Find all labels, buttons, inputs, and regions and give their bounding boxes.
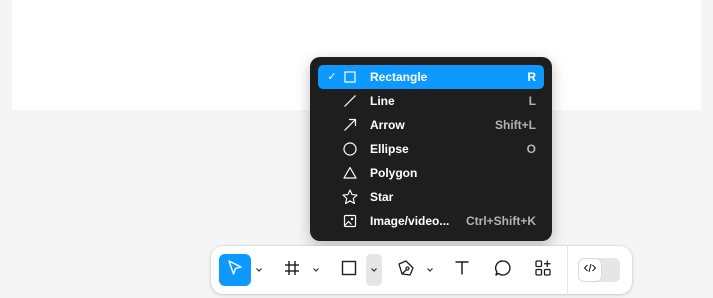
frame-tool-caret[interactable] — [308, 254, 324, 286]
line-icon — [342, 93, 358, 109]
menu-item-label: Arrow — [370, 118, 405, 132]
checkmark-icon: ✓ — [327, 71, 337, 83]
dev-mode-toggle[interactable] — [578, 258, 620, 282]
shape-tool-caret[interactable] — [366, 254, 382, 286]
bottom-toolbar — [211, 246, 632, 294]
menu-item-image-video[interactable]: Image/video... Ctrl+Shift+K — [318, 209, 544, 233]
menu-item-label: Star — [370, 190, 394, 204]
rectangle-icon — [342, 69, 358, 85]
menu-item-polygon[interactable]: Polygon — [318, 161, 544, 185]
menu-item-label: Ellipse — [370, 142, 409, 156]
cursor-icon — [225, 258, 245, 283]
pen-tool-caret[interactable] — [422, 254, 438, 286]
chevron-down-icon — [370, 261, 378, 279]
arrow-icon — [342, 117, 358, 133]
shape-tool-button[interactable] — [333, 254, 365, 286]
star-icon — [342, 189, 358, 205]
menu-item-label: Image/video... — [370, 214, 450, 228]
text-icon — [452, 258, 472, 283]
comment-icon — [493, 258, 513, 283]
shape-tool-menu: ✓ Rectangle R Line L Arrow Shift+L Ellip… — [310, 57, 552, 241]
dev-mode-toggle-knob — [578, 258, 602, 282]
toolbar-divider — [567, 246, 568, 294]
text-tool-button[interactable] — [446, 254, 478, 286]
chevron-down-icon — [255, 261, 263, 279]
menu-item-label: Line — [370, 94, 395, 108]
ellipse-icon — [342, 141, 358, 157]
code-icon — [583, 261, 597, 280]
frame-tool-button[interactable] — [276, 254, 308, 286]
move-tool-button[interactable] — [219, 254, 251, 286]
chevron-down-icon — [312, 261, 320, 279]
menu-item-label: Polygon — [370, 166, 418, 180]
move-tool-caret[interactable] — [251, 254, 267, 286]
pen-icon — [396, 258, 416, 283]
comment-tool-button[interactable] — [487, 254, 519, 286]
menu-item-shortcut: O — [526, 142, 536, 156]
menu-item-shortcut: Shift+L — [495, 118, 536, 132]
frame-icon — [282, 258, 302, 283]
shapes-plus-icon — [533, 258, 553, 283]
menu-item-shortcut: L — [528, 94, 536, 108]
menu-item-label: Rectangle — [370, 70, 428, 84]
menu-item-star[interactable]: Star — [318, 185, 544, 209]
pen-tool-button[interactable] — [390, 254, 422, 286]
menu-item-line[interactable]: Line L — [318, 89, 544, 113]
menu-item-arrow[interactable]: Arrow Shift+L — [318, 113, 544, 137]
polygon-icon — [342, 165, 358, 181]
actions-tool-button[interactable] — [527, 254, 559, 286]
menu-item-shortcut: R — [527, 70, 536, 84]
rectangle-icon — [339, 258, 359, 283]
menu-item-shortcut: Ctrl+Shift+K — [465, 214, 536, 228]
menu-item-ellipse[interactable]: Ellipse O — [318, 137, 544, 161]
image-icon — [342, 213, 358, 229]
chevron-down-icon — [426, 261, 434, 279]
menu-item-rectangle[interactable]: ✓ Rectangle R — [318, 65, 544, 89]
